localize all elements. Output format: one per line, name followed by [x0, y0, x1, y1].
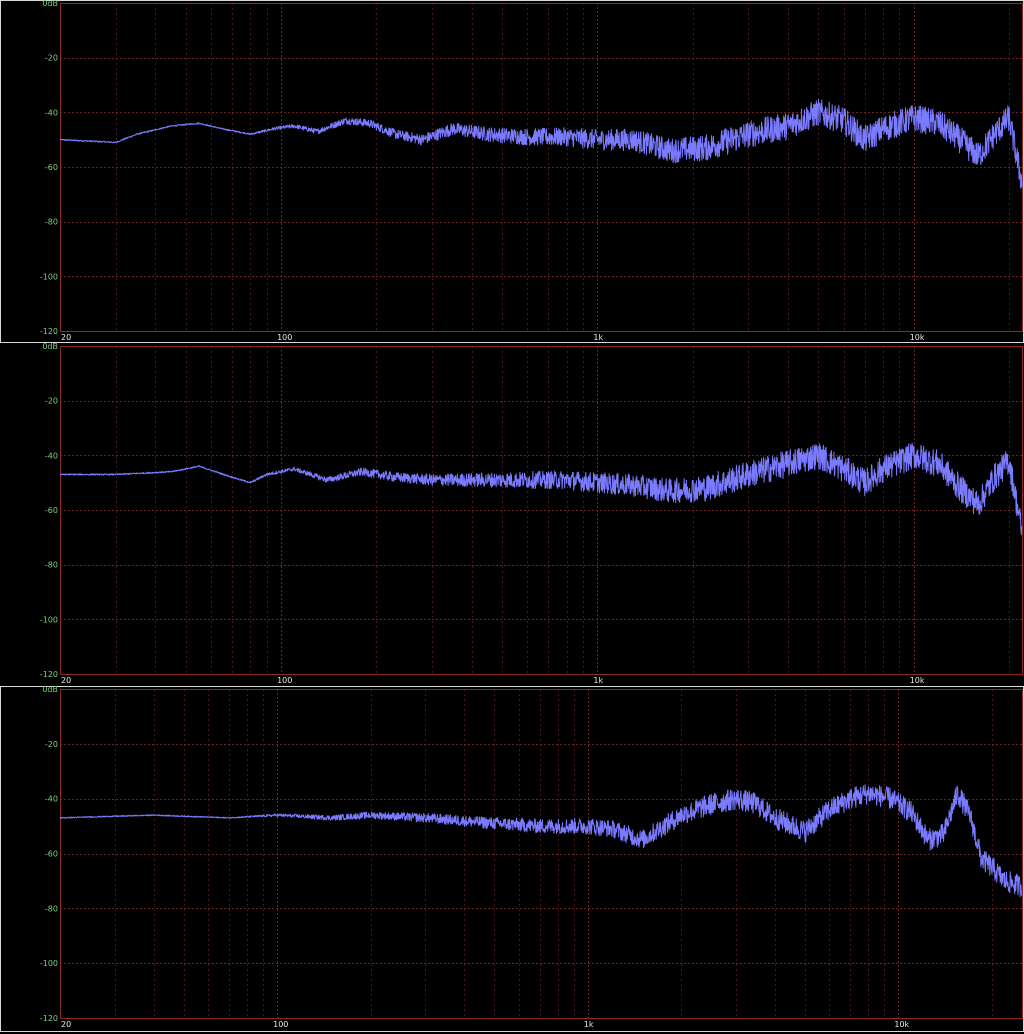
y-tick-label: 0dB: [42, 685, 58, 694]
x-tick-label: 1k: [593, 333, 603, 342]
chart-panel-1: 0dB -20 -40 -60 -80 -100 -12020 100 1k 10k: [0, 0, 1024, 343]
y-tick-label: -60: [45, 506, 58, 515]
y-tick-label: 0dB: [42, 342, 58, 351]
y-tick-label: -100: [40, 959, 58, 968]
panel-outline: [0, 0, 1024, 343]
y-tick-label: -40: [45, 451, 58, 460]
x-tick-label: 100: [277, 676, 292, 685]
spectrum-analyzer-stack: 0dB-20-40-60-80-100-12020 100 1k 10k0dB-20-…: [0, 0, 1024, 1032]
x-tick-label: 1k: [593, 676, 603, 685]
panel-outline: [0, 686, 1024, 1032]
y-tick-label: -20: [45, 397, 58, 406]
y-tick-label: -80: [45, 218, 58, 227]
x-tick-label: 10k: [894, 1020, 909, 1029]
x-tick-label: 20: [61, 333, 71, 342]
x-tick-label: 20: [61, 676, 71, 685]
x-tick-label: 100: [273, 1020, 288, 1029]
chart-panel-3: 0dB -20 -40 -60 -80 -100 -12020 100 1k 10k: [0, 685, 1024, 1032]
x-tick-label: 1k: [584, 1020, 594, 1029]
spectrum-trace: [59, 442, 1023, 536]
y-tick-label: -120: [40, 327, 58, 336]
y-tick-label: -80: [45, 904, 58, 913]
y-tick-label: -120: [40, 670, 58, 679]
x-tick-label: 20: [61, 1020, 71, 1029]
y-tick-label: -60: [45, 850, 58, 859]
x-tick-label: 10k: [910, 676, 925, 685]
x-tick-label: 10k: [910, 333, 925, 342]
y-tick-label: -100: [40, 615, 58, 624]
y-tick-label: -120: [40, 1014, 58, 1023]
y-tick-label: -40: [45, 108, 58, 117]
y-tick-label: 0dB: [42, 0, 58, 8]
y-tick-label: -80: [45, 561, 58, 570]
y-tick-label: -20: [45, 54, 58, 63]
y-tick-label: -20: [45, 740, 58, 749]
y-tick-label: -100: [40, 272, 58, 281]
y-tick-label: -60: [45, 163, 58, 172]
chart-panel-2: 0dB -20 -40 -60 -80 -100 -12020 100 1k 10k: [40, 342, 1023, 685]
x-tick-label: 100: [277, 333, 292, 342]
y-tick-label: -40: [45, 795, 58, 804]
